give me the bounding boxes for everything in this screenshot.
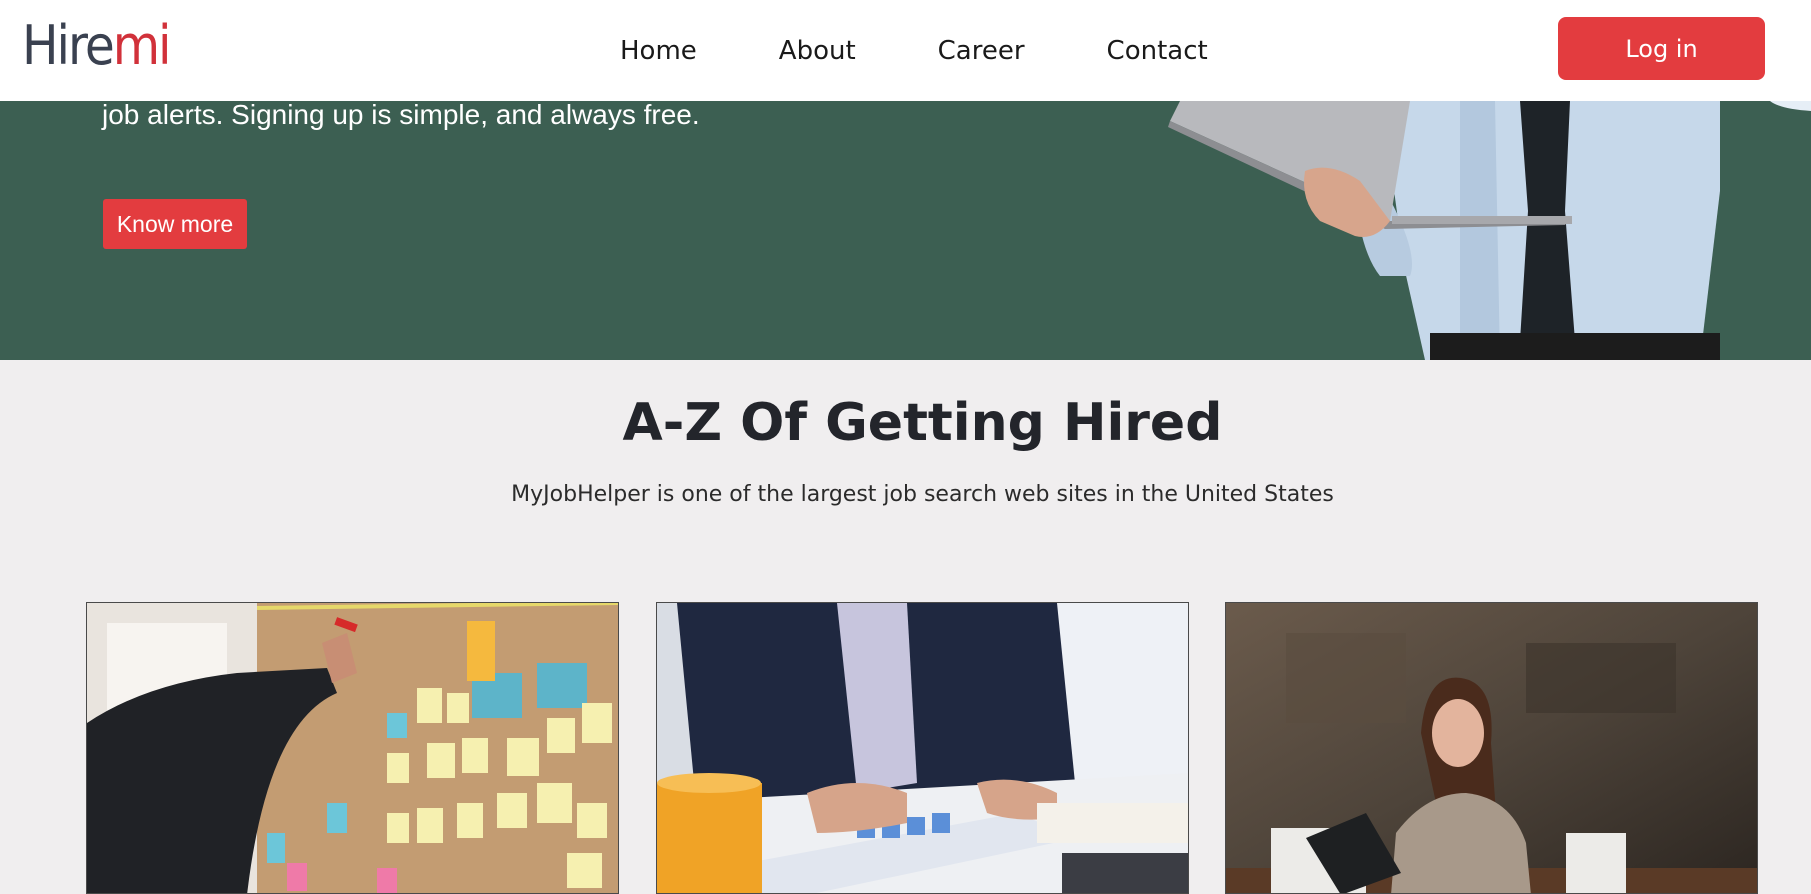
nav-career-link[interactable]: Career xyxy=(938,36,1025,66)
hero-text: job alerts. Signing up is simple, and al… xyxy=(102,101,700,130)
login-button[interactable]: Log in xyxy=(1558,17,1765,80)
main-nav: Home About Career Contact xyxy=(620,0,1208,101)
navbar: Hire mi Home About Career Contact Log in xyxy=(0,0,1811,101)
nav-home-link[interactable]: Home xyxy=(620,36,697,66)
sticky-notes-photo xyxy=(87,603,618,893)
know-more-button[interactable]: Know more xyxy=(103,199,247,249)
card-image-tablet-desk[interactable] xyxy=(656,602,1189,894)
card-image-woman-tablet[interactable] xyxy=(1225,602,1758,894)
hero-banner: job alerts. Signing up is simple, and al… xyxy=(0,101,1811,360)
tablet-desk-photo xyxy=(657,603,1188,893)
section-title: A-Z Of Getting Hired xyxy=(622,393,1223,453)
woman-tablet-photo xyxy=(1226,603,1757,893)
nav-contact-link[interactable]: Contact xyxy=(1107,36,1208,66)
nav-about-link[interactable]: About xyxy=(779,36,856,66)
section-subtitle: MyJobHelper is one of the largest job se… xyxy=(511,482,1334,507)
card-image-sticky-notes[interactable] xyxy=(86,602,619,894)
logo-text-accent: mi xyxy=(112,14,172,77)
logo[interactable]: Hire mi xyxy=(22,14,172,78)
logo-text-dark: Hire xyxy=(22,14,115,77)
businessman-laptop-illustration xyxy=(1168,101,1811,360)
